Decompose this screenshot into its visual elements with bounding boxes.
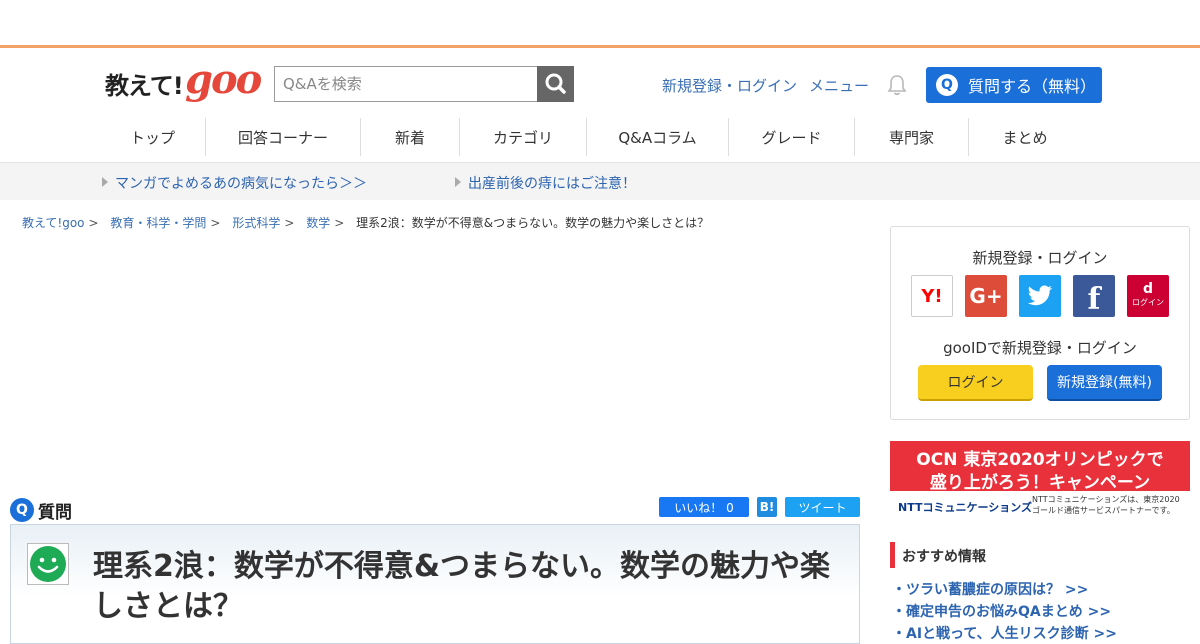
- ask-button-label: 質問する（無料）: [968, 77, 1097, 96]
- question-box: 理系2浪：数学が不得意&つまらない。数学の魅力や楽しさとは？: [10, 524, 860, 644]
- logo-goo: goo: [185, 56, 262, 103]
- breadcrumb-item[interactable]: 形式科学: [232, 216, 280, 230]
- breadcrumb-current: 理系2浪：数学が不得意&つまらない。数学の魅力や楽しさとは？: [356, 216, 710, 230]
- login-button[interactable]: ログイン: [918, 365, 1033, 401]
- nav-top[interactable]: トップ: [100, 118, 206, 156]
- banner-note: NTTコミュニケーションズは、東京2020 ゴールド通信サービスパートナーです。: [1032, 495, 1180, 515]
- breadcrumb-sep: >: [334, 216, 345, 230]
- banner-line2: 盛り上がろう！キャンペーン: [929, 473, 1151, 493]
- breadcrumb-sep: >: [210, 216, 221, 230]
- yahoo-icon: Y!: [921, 285, 943, 307]
- question-section-label: 質問: [38, 502, 72, 523]
- search-button[interactable]: [537, 66, 574, 102]
- recommend-item[interactable]: ・ツラい蓄膿症の原因は？ >>: [892, 579, 1088, 599]
- question-title: 理系2浪：数学が不得意&つまらない。数学の魅力や楽しさとは？: [93, 549, 831, 624]
- ask-question-button[interactable]: Q 質問する（無料）: [926, 67, 1102, 103]
- hatena-label: B!: [759, 500, 775, 514]
- breadcrumb: 教えて!goo > 教育・科学・学問 > 形式科学 > 数学 > 理系2浪：数学が不得意…: [22, 214, 709, 231]
- breadcrumb-item[interactable]: 教えて!goo: [22, 216, 85, 230]
- question-icon: Q: [10, 498, 34, 522]
- login-box: 新規登録・ログイン Y! G+ f d ログイン gooIDで新規登録・ログイン…: [890, 226, 1190, 420]
- search-input[interactable]: [274, 66, 538, 102]
- like-label: いいね！ 0: [674, 500, 734, 515]
- banner-footer: NTTコミュニケーションズ NTTコミュニケーションズは、東京2020 ゴールド…: [890, 491, 1190, 521]
- ocn-campaign-banner[interactable]: OCN 東京2020オリンピックで 盛り上がろう！キャンペーン NTTコミュニケ…: [890, 441, 1190, 521]
- site-logo[interactable]: 教えて! goo: [105, 56, 265, 103]
- facebook-login-button[interactable]: f: [1073, 275, 1115, 317]
- signup-button[interactable]: 新規登録(無料): [1047, 365, 1162, 401]
- docomo-login-label: ログイン: [1132, 298, 1164, 307]
- smiley-icon: [30, 546, 66, 582]
- facebook-like-button[interactable]: いいね！ 0: [659, 497, 749, 517]
- search-icon: [545, 73, 566, 94]
- recommend-item[interactable]: ・確定申告のお悩みQAまとめ >>: [892, 601, 1111, 621]
- twitter-icon: [1027, 285, 1053, 306]
- breadcrumb-sep: >: [284, 216, 295, 230]
- banner-ntt-logo: NTTコミュニケーションズ: [898, 501, 1033, 514]
- gooid-text: gooIDで新規登録・ログイン: [943, 339, 1137, 357]
- signup-button-label: 新規登録(無料): [1057, 375, 1152, 391]
- docomo-icon: d: [1142, 281, 1154, 297]
- breadcrumb-item[interactable]: 数学: [306, 216, 330, 230]
- facebook-icon: f: [1087, 282, 1101, 317]
- twitter-login-button[interactable]: [1019, 275, 1061, 317]
- notification-bell[interactable]: [887, 74, 907, 96]
- tweet-label: ツイート: [798, 500, 847, 515]
- google-login-button[interactable]: G+: [965, 275, 1007, 317]
- login-button-label: ログイン: [947, 375, 1004, 391]
- nav-qa-column[interactable]: Q&Aコラム: [587, 118, 729, 156]
- banner-line1: OCN 東京2020オリンピックで: [916, 450, 1164, 470]
- nav-category[interactable]: カテゴリ: [460, 118, 587, 156]
- tweet-button[interactable]: ツイート: [785, 497, 860, 517]
- docomo-login-button[interactable]: d ログイン: [1127, 275, 1169, 317]
- recommend-heading: おすすめ情報: [902, 549, 986, 565]
- promo-bar: マンガでよめるあの病気になったら＞＞ 出産前後の痔にはご注意！: [0, 162, 1200, 200]
- menu-link[interactable]: メニュー: [809, 75, 869, 96]
- question-section-header: Q 質問: [10, 497, 72, 523]
- nav-matome[interactable]: まとめ: [969, 118, 1081, 156]
- search-bar: [274, 66, 574, 102]
- signup-login-link[interactable]: 新規登録・ログイン: [662, 75, 797, 96]
- bell-icon: [887, 75, 907, 96]
- logo-text: 教えて!: [105, 72, 184, 100]
- main-nav: トップ 回答コーナー 新着 カテゴリ Q&Aコラム グレード 専門家 まとめ: [100, 118, 1100, 158]
- breadcrumb-sep: >: [88, 216, 99, 230]
- promo-link-manga[interactable]: マンガでよめるあの病気になったら＞＞: [102, 173, 367, 193]
- breadcrumb-item[interactable]: 教育・科学・学問: [110, 216, 206, 230]
- nav-new[interactable]: 新着: [361, 118, 460, 156]
- nav-expert[interactable]: 専門家: [855, 118, 969, 156]
- avatar: [27, 543, 69, 585]
- question-icon: Q: [936, 74, 958, 96]
- login-heading: 新規登録・ログイン: [972, 249, 1108, 267]
- yahoo-login-button[interactable]: Y!: [911, 275, 953, 317]
- nav-grade[interactable]: グレード: [729, 118, 855, 156]
- hatena-bookmark-button[interactable]: B!: [757, 497, 777, 517]
- recommend-accent-bar: [890, 542, 895, 568]
- recommend-item[interactable]: ・AIと戦って、人生リスク診断 >>: [892, 623, 1117, 643]
- google-plus-icon: G+: [969, 284, 1003, 308]
- nav-answer-corner[interactable]: 回答コーナー: [206, 118, 361, 156]
- top-ad-band: [0, 0, 1200, 48]
- promo-link-hemorrhoids[interactable]: 出産前後の痔にはご注意！: [455, 173, 636, 193]
